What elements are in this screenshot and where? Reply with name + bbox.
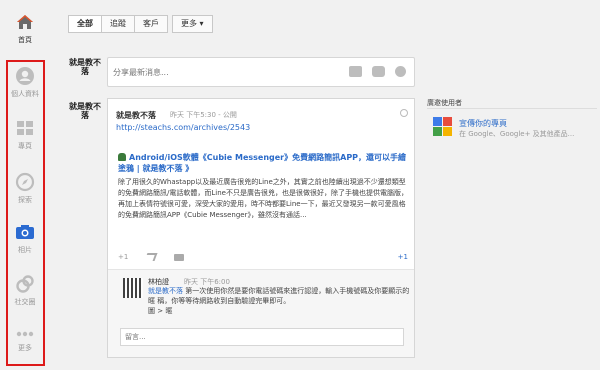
comment-input[interactable] [120,328,404,346]
promote-page-link[interactable]: 宣傳你的專頁 [459,118,507,129]
comment-area: 林柏證 昨天 下午6:00 就是教不落 第一次使用你然是要你電話號碼來進行認證，… [108,269,414,357]
comment-text: 就是教不落 第一次使用你然是要你電話號碼來進行認證，輸入手機號碼及你要顯示的 暱… [148,286,410,316]
right-section-title: 廣邀使用者 [427,99,462,107]
tab-following[interactable]: 追蹤 [101,15,135,33]
commenter-avatar[interactable] [123,278,143,298]
comment-body: 第一次使用你然是要你電話號碼來進行認證，輸入手機號碼及你要顯示的 暱 稱，你等等… [148,287,410,305]
nav-label-home: 首頁 [18,36,32,44]
comment-footer: 圖 > 暱 [148,307,173,315]
link-icon[interactable] [395,66,406,77]
plus-one-button[interactable]: +1 [118,253,128,261]
tab-customers[interactable]: 客戶 [134,15,168,33]
video-icon[interactable] [372,66,385,77]
post-title-text: Android/iOS軟體《Cubie Messenger》免費網路簡訊APP，… [118,153,407,173]
share-input[interactable] [113,63,333,81]
stream-filter-bar: 全部 追蹤 客戶 更多 ▾ [50,0,600,50]
post-menu-icon[interactable] [400,109,408,117]
post-attachment-title[interactable]: Android/iOS軟體《Cubie Messenger》免費網路簡訊APP，… [118,152,408,174]
post-meta: 昨天 下午5:30 - 公開 [170,111,237,119]
promote-page-desc: 在 Google、Google+ 及其他產品... [459,130,575,138]
right-divider [427,108,597,109]
tab-all[interactable]: 全部 [68,15,102,33]
post-link[interactable]: http://steachs.com/archives/2543 [116,123,250,132]
android-icon [118,153,126,161]
home-icon [15,12,35,32]
left-nav: 首頁 個人資料 專頁 探索 相片 社交圈 更多 [0,0,50,370]
share-attachments [349,66,406,77]
share-box [107,57,415,87]
post-author-avatar[interactable]: 就是教不落 [68,102,102,126]
stream-post: 就是教不落 昨天 下午5:30 - 公開 http://steachs.com/… [107,98,415,358]
nav-highlight-box [6,60,45,366]
camera-icon[interactable] [349,66,362,77]
post-body: 除了用很久的Whastapp以及最近廣告很兇的Line之外，其實之前也陸續出現過… [118,178,408,219]
plus-one-count[interactable]: +1 [398,253,408,261]
page-avatar: 就是教不落 [69,58,101,76]
tab-more-dropdown[interactable]: 更多 ▾ [172,15,213,33]
nav-item-home[interactable]: 首頁 [0,12,50,45]
hangout-icon[interactable] [174,254,184,261]
google-logo-icon [433,117,453,137]
share-icon[interactable] [144,253,158,261]
post-author[interactable]: 就是教不落 [116,110,156,121]
comment-mention[interactable]: 就是教不落 [148,287,183,295]
filter-tabs: 全部 追蹤 客戶 更多 ▾ [68,15,213,33]
post-actions: +1 +1 [118,253,408,265]
